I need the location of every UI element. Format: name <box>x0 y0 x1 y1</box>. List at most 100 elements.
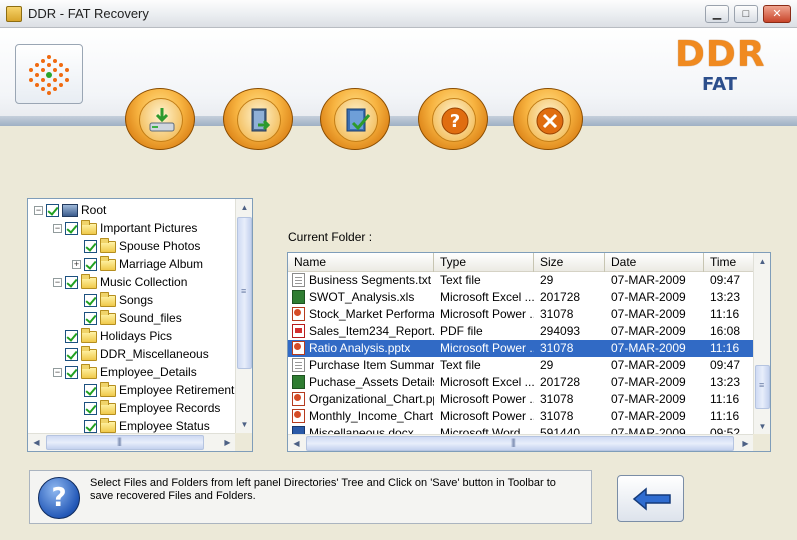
cell-text: Purchase Item Summary... <box>309 358 434 372</box>
tree-checkbox[interactable] <box>84 384 97 398</box>
list-horizontal-scrollbar[interactable]: ◀ ||| ▶ <box>288 434 754 451</box>
cell-type: Microsoft Power ... <box>440 408 534 425</box>
file-row[interactable]: Monthly_Income_Chart.... Microsoft Power … <box>288 408 754 425</box>
expand-icon[interactable]: + <box>72 260 81 270</box>
close-window-button[interactable]: ✕ <box>763 5 791 23</box>
column-date[interactable]: Date <box>605 253 704 272</box>
tree-item[interactable]: − Music Collection <box>53 273 187 291</box>
tree-horizontal-scrollbar[interactable]: ◀ ||| ▶ <box>28 433 236 451</box>
tree-vertical-scrollbar[interactable]: ▲ ≡ ▼ <box>235 199 252 433</box>
cell-date: 07-MAR-2009 <box>611 408 704 425</box>
tree-checkbox[interactable] <box>84 294 97 308</box>
cell-size: 31078 <box>540 408 605 425</box>
scroll-up-arrow[interactable]: ▲ <box>754 253 770 270</box>
file-row[interactable]: Stock_Market Performa... Microsoft Power … <box>288 306 754 323</box>
exit-button[interactable] <box>513 88 583 150</box>
tree-item[interactable]: Songs <box>72 291 153 309</box>
info-text: Select Files and Folders from left panel… <box>90 477 556 502</box>
help-button[interactable]: ? <box>418 88 488 150</box>
list-hscroll-thumb[interactable]: ||| <box>306 436 734 451</box>
file-row[interactable]: Ratio Analysis.pptx Microsoft Power ... 31… <box>288 340 754 357</box>
scroll-down-arrow[interactable]: ▼ <box>236 416 253 433</box>
grip-icon: ≡ <box>241 286 246 296</box>
list-vertical-scrollbar[interactable]: ▲ ≡ ▼ <box>753 253 770 435</box>
cell-text: 11:16 <box>710 392 740 406</box>
tree-item[interactable]: Sound_files <box>72 309 182 327</box>
tree-item-label: Important Pictures <box>100 221 198 235</box>
column-name[interactable]: Name <box>288 253 434 272</box>
register-button[interactable] <box>320 88 390 150</box>
open-button-face <box>237 98 281 142</box>
file-row[interactable]: Business Segments.txt Text file 29 07-MAR-2… <box>288 272 754 289</box>
file-row[interactable]: Purchase Item Summary... Text file 29 07-MA… <box>288 357 754 374</box>
tree-hscroll-thumb[interactable]: ||| <box>46 435 204 450</box>
tree-item[interactable]: − Important Pictures <box>53 219 197 237</box>
scroll-right-arrow[interactable]: ▶ <box>737 435 754 451</box>
cell-date: 07-MAR-2009 <box>611 289 704 306</box>
cell-text: 09:47 <box>710 273 741 287</box>
tree-checkbox[interactable] <box>65 330 78 344</box>
tree-item[interactable]: Employee Records <box>72 399 220 417</box>
save-button[interactable] <box>125 88 195 150</box>
tree-item[interactable]: Employee Retirement <box>72 381 234 399</box>
scroll-left-arrow[interactable]: ◀ <box>28 434 45 451</box>
tree-checkbox[interactable] <box>46 204 59 218</box>
scroll-right-arrow[interactable]: ▶ <box>219 434 236 451</box>
tree-item[interactable]: + Marriage Album <box>72 255 203 273</box>
column-size[interactable]: Size <box>534 253 605 272</box>
column-time[interactable]: Time <box>704 253 754 272</box>
back-button[interactable] <box>617 475 684 522</box>
tree-item[interactable]: DDR_Miscellaneous <box>53 345 209 363</box>
tree-checkbox[interactable] <box>65 276 78 290</box>
tree-checkbox[interactable] <box>65 222 78 236</box>
cell-text: 07-MAR-2009 <box>611 324 686 338</box>
directory-tree[interactable]: − Root − Important Pictures Spouse Photos + Ma… <box>27 198 253 452</box>
tree-checkbox[interactable] <box>84 240 97 254</box>
tree-checkbox[interactable] <box>84 312 97 326</box>
cell-time: 11:16 <box>710 340 754 357</box>
file-row[interactable]: Sales_Item234_Report.... PDF file 294093 07… <box>288 323 754 340</box>
file-row[interactable]: SWOT_Analysis.xls Microsoft Excel ... 2017… <box>288 289 754 306</box>
door-exit-icon <box>251 108 271 132</box>
list-scroll-thumb[interactable]: ≡ <box>755 365 770 409</box>
tree-item[interactable]: Holidays Pics <box>53 327 172 345</box>
file-row[interactable]: Organizational_Chart.pptx Microsoft Power… <box>288 391 754 408</box>
tree-item[interactable]: Spouse Photos <box>72 237 200 255</box>
column-type[interactable]: Type <box>434 253 534 272</box>
collapse-icon[interactable]: − <box>53 224 62 234</box>
txt-file-icon <box>292 357 305 372</box>
collapse-icon[interactable]: − <box>34 206 43 216</box>
collapse-icon[interactable]: − <box>53 368 62 378</box>
xls-file-icon <box>292 289 305 304</box>
list-rows: Business Segments.txt Text file 29 07-MAR-2… <box>288 272 754 435</box>
file-list[interactable]: Name Type Size Date Time Business Segmen… <box>287 252 771 452</box>
collapse-icon[interactable]: − <box>53 278 62 288</box>
open-button[interactable] <box>223 88 293 150</box>
window-title: DDR - FAT Recovery <box>28 6 149 21</box>
tree-item[interactable]: Employee Status <box>72 417 210 433</box>
tree-checkbox[interactable] <box>65 366 78 380</box>
file-row[interactable]: Puchase_Assets Details... Microsoft Excel… <box>288 374 754 391</box>
maximize-button[interactable]: □ <box>734 5 758 23</box>
scroll-left-arrow[interactable]: ◀ <box>288 435 305 451</box>
cell-size: 31078 <box>540 340 605 357</box>
scroll-corner <box>753 434 770 451</box>
tree-checkbox[interactable] <box>65 348 78 362</box>
tree-scroll-thumb[interactable]: ≡ <box>237 217 252 369</box>
scroll-up-arrow[interactable]: ▲ <box>236 199 253 216</box>
tree-item[interactable]: − Root <box>34 201 106 219</box>
tree-item-label: Sound_files <box>119 311 182 325</box>
tree-item[interactable]: − Employee_Details <box>53 363 197 381</box>
cell-name: Organizational_Chart.pptx <box>292 391 434 408</box>
cell-size: 294093 <box>540 323 605 340</box>
minimize-button[interactable]: ▁ <box>705 5 729 23</box>
folder-icon <box>100 237 116 253</box>
tree-checkbox[interactable] <box>84 420 97 433</box>
tree-content: − Root − Important Pictures Spouse Photos + Ma… <box>28 199 236 433</box>
tree-checkbox[interactable] <box>84 402 97 416</box>
tree-checkbox[interactable] <box>84 258 97 272</box>
title-bar[interactable]: DDR - FAT Recovery ▁ □ ✕ <box>0 0 797 28</box>
cell-type: Microsoft Excel ... <box>440 374 534 391</box>
cell-size: 31078 <box>540 391 605 408</box>
scroll-down-arrow[interactable]: ▼ <box>754 418 770 435</box>
